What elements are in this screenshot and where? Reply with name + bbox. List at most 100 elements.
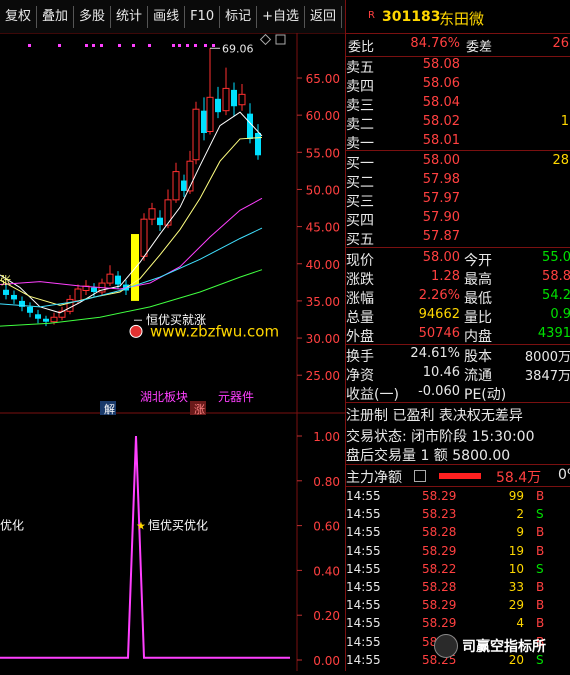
price-tick-label: 45.00	[306, 221, 340, 235]
price-tick-label: 40.00	[306, 258, 340, 272]
quote-row: 收益(一) -0.060 PE(动)	[346, 384, 570, 403]
trade-volume: 10	[508, 561, 524, 576]
divider	[346, 247, 570, 248]
quote-label: 内盘	[464, 329, 492, 345]
price-tick-label: 25.00	[306, 369, 340, 383]
book-level-row[interactable]: 卖一 58.01	[346, 133, 570, 152]
toolbar-button[interactable]: 多股	[74, 5, 112, 28]
level-price: 57.97	[422, 191, 460, 206]
quote-label: 股本	[464, 349, 492, 365]
toolbar-button[interactable]: 标记	[220, 5, 258, 28]
book-level-row[interactable]: 买二 57.98	[346, 172, 570, 191]
toolbar-button[interactable]: 复权	[0, 5, 38, 28]
toolbar-button[interactable]: 统计	[111, 5, 149, 28]
trade-direction: B	[536, 580, 545, 594]
trade-volume: 99	[508, 489, 524, 503]
trade-row: 14:55 58.28 9 B	[346, 525, 570, 543]
kline-chart[interactable]: 65.00 60.00 55.00 50.00 45.00 40.00 35.00 30.00…	[0, 32, 345, 671]
quote-label: 量比	[464, 310, 492, 326]
toolbar-button[interactable]: +自选	[257, 5, 306, 28]
price-tick-label: 35.00	[306, 295, 340, 309]
trade-direction: B	[536, 525, 545, 540]
book-level-row[interactable]: 买一 58.00 28	[346, 153, 570, 172]
sub-tick-label: 0.20	[313, 609, 340, 623]
quote-row: 现价 58.00 今开 55.0	[346, 250, 570, 269]
sub-tick-label: 0.60	[313, 520, 340, 534]
candle-body	[255, 132, 261, 156]
trade-direction: S	[536, 561, 544, 576]
stock-header: R 301183 东田微	[346, 8, 570, 28]
toolbar-button[interactable]: 画线	[148, 5, 186, 28]
quote-row: 涨跌 1.28 最高 58.8	[346, 269, 570, 288]
quote-value: -0.060	[418, 384, 460, 399]
trade-volume: 29	[508, 598, 524, 613]
divider	[346, 344, 570, 345]
book-level-row[interactable]: 卖五 58.08	[346, 57, 570, 76]
toolbar-button[interactable]: 返回	[305, 5, 343, 28]
chart-toolbar: 复权 叠加 多股 统计 画线 F10 标记 +自选 返回	[0, 0, 345, 33]
trade-price: 58.29	[422, 616, 457, 631]
candle-body	[66, 298, 74, 312]
quote-row: 外盘 50746 内盘 4391	[346, 326, 570, 345]
candle-body	[247, 113, 253, 139]
weibi-row: 委比 84.76% 委差 26	[346, 36, 570, 55]
chart-svg: 65.00 60.00 55.00 50.00 45.00 40.00 35.00 30.00…	[0, 32, 345, 671]
trade-row: 14:55 58.23 2 S	[346, 507, 570, 525]
book-level-row[interactable]: 买五 57.87	[346, 229, 570, 248]
site-watermark: www.zbzfwu.com	[150, 322, 279, 340]
info-line-3: 盘后交易量 1 额 5800.00	[346, 445, 570, 464]
quote-label: 换手	[346, 349, 374, 365]
candle-body	[91, 287, 97, 292]
candle-body	[157, 217, 163, 226]
quote-value: 24.61%	[410, 346, 460, 361]
level-price: 58.06	[422, 76, 460, 91]
main-flow-row[interactable]: 主力净额 58.4万 0%	[346, 467, 570, 486]
trade-time: 14:55	[346, 652, 381, 667]
candle-body	[192, 108, 200, 161]
trade-row: 14:55 58.29 99 B	[346, 489, 570, 507]
candle-body	[35, 314, 41, 319]
book-level-row[interactable]: 卖二 58.02 1	[346, 114, 570, 133]
book-level-row[interactable]: 卖四 58.06	[346, 76, 570, 95]
quote-value: 50746	[418, 326, 460, 341]
level-label: 买四	[346, 213, 374, 229]
trade-volume: 33	[508, 580, 524, 594]
signal-dot	[148, 44, 151, 47]
price-tick-label: 60.00	[306, 109, 340, 123]
book-level-row[interactable]: 卖三 58.04	[346, 95, 570, 114]
quote-value: 10.46	[422, 365, 460, 380]
divider	[346, 33, 570, 34]
quote-label: 涨幅	[346, 291, 374, 307]
list-icon[interactable]	[414, 470, 426, 482]
divider	[346, 486, 570, 487]
quote-label: 涨跌	[346, 272, 374, 288]
trade-direction: B	[536, 616, 545, 631]
toolbar-button[interactable]: F10	[185, 5, 221, 28]
level-label: 买五	[346, 232, 374, 248]
trade-volume: 4	[516, 616, 524, 631]
signal-dot	[186, 44, 189, 47]
level-price: 57.98	[422, 172, 460, 187]
signal-dot	[132, 44, 135, 47]
quote-label: 流通	[464, 368, 492, 384]
quote-value: 1.28	[431, 269, 460, 284]
sub-tick-label: 0.40	[313, 564, 340, 578]
candle-body	[106, 273, 114, 284]
toolbar-button[interactable]: 叠加	[37, 5, 75, 28]
candle-body	[231, 89, 237, 107]
trade-volume: 2	[516, 507, 524, 522]
signal-dot	[28, 44, 31, 47]
level-label: 卖二	[346, 117, 374, 133]
trade-price: 58.22	[422, 561, 457, 576]
quote-value: 58.8	[542, 269, 570, 284]
candle-body	[172, 171, 180, 201]
trade-direction: B	[536, 598, 545, 613]
book-level-row[interactable]: 买三 57.97	[346, 191, 570, 210]
main-flow-value: 58.4万	[496, 470, 542, 486]
candle-body	[115, 275, 121, 285]
star-icon: ★	[136, 520, 146, 533]
candle-body	[222, 87, 230, 112]
quote-value: 3847万	[524, 369, 570, 384]
book-level-row[interactable]: 买四 57.90	[346, 210, 570, 229]
divider	[346, 402, 570, 403]
